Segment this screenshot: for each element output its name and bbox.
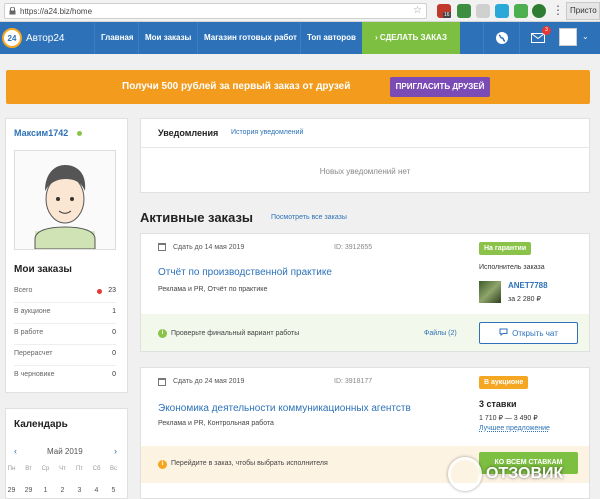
weekday-label: Пн	[7, 466, 16, 472]
weekday-label: Сб	[92, 466, 101, 472]
stat-label: В работе	[14, 329, 44, 336]
nav-link-home[interactable]: Главная	[94, 22, 140, 54]
extension-icon-5[interactable]	[514, 4, 528, 18]
stat-label: В аукционе	[14, 308, 51, 315]
profile-avatar[interactable]	[14, 150, 116, 250]
extension-icon-4[interactable]	[495, 4, 509, 18]
extension-badge: 16	[443, 12, 451, 18]
browser-right-button[interactable]: Присто	[566, 2, 600, 20]
calendar-icon	[158, 243, 166, 251]
watermark-logo: ОТЗОВИК	[448, 452, 563, 496]
url-text: https://a24.biz/home	[20, 6, 93, 16]
globe-icon[interactable]	[483, 22, 519, 54]
status-badge: В аукционе	[479, 376, 529, 389]
order-notice-text: Перейдите в заказ, чтобы выбрать исполни…	[171, 460, 328, 467]
calendar-day[interactable]: 29	[3, 487, 20, 494]
bids-count: 3 ставки	[479, 399, 517, 409]
site-logo[interactable]: 24 Автор24	[2, 25, 94, 51]
next-month-icon[interactable]: ›	[114, 446, 117, 456]
online-status-dot	[77, 131, 82, 136]
invite-friends-button[interactable]: ПРИГЛАСИТЬ ДРУЗЕЙ	[390, 77, 490, 97]
nav-link-top-authors[interactable]: Топ авторов	[300, 22, 362, 54]
stat-row-total[interactable]: Всего 23	[14, 283, 116, 303]
nav-link-my-orders[interactable]: Мои заказы	[138, 22, 197, 54]
stat-value: 1	[112, 308, 116, 315]
nav-link-shop[interactable]: Магазин готовых работ	[197, 22, 303, 54]
bookmark-star-icon[interactable]: ☆	[413, 5, 422, 16]
active-orders-heading: Активные заказы	[140, 210, 254, 225]
stat-value: 0	[112, 350, 116, 357]
calendar-day[interactable]: 5	[105, 487, 122, 494]
bids-price-range: 1 710 ₽ — 3 490 ₽	[479, 415, 538, 422]
stat-label: Перерасчет	[14, 350, 53, 357]
address-bar[interactable]: https://a24.biz/home ☆	[4, 3, 427, 19]
promo-text: Получи 500 рублей за первый заказ от дру…	[122, 81, 351, 92]
order-title-link[interactable]: Отчёт по производственной практике	[158, 267, 332, 278]
user-avatar[interactable]	[559, 28, 577, 46]
notifications-empty-text: Новых уведомлений нет	[319, 167, 411, 176]
executor-avatar[interactable]	[479, 281, 501, 303]
watermark-ring-icon	[448, 457, 482, 491]
weekday-label: Пт	[75, 466, 84, 472]
order-notice-text: Проверьте финальный вариант работы	[171, 330, 300, 337]
my-orders-heading: Мои заказы	[14, 264, 72, 275]
tab-notifications[interactable]: Уведомления	[158, 128, 218, 138]
order-id: ID: 3918177	[334, 378, 373, 385]
executor-price: за 2 280 ₽	[508, 296, 541, 303]
executor-label: Исполнитель заказа	[479, 264, 545, 271]
calendar-day[interactable]: 2	[54, 487, 71, 494]
view-all-orders-link[interactable]: Посмотреть все заказы	[271, 214, 347, 221]
weekday-label: Ср	[41, 466, 50, 472]
calendar-icon	[158, 378, 166, 386]
tab-notification-history[interactable]: История уведомлений	[231, 129, 303, 136]
stat-label: Всего	[14, 287, 33, 294]
stat-value: 23	[108, 287, 116, 294]
stat-row-in-work[interactable]: В работе 0	[14, 325, 116, 345]
order-category: Реклама и PR, Отчёт по практике	[158, 286, 268, 293]
info-icon: i	[158, 460, 167, 469]
calendar-day[interactable]: 29	[20, 487, 37, 494]
extension-icon-2[interactable]	[457, 4, 471, 18]
mail-badge: 3	[542, 26, 551, 35]
executor-name-link[interactable]: ANET7788	[508, 281, 548, 290]
calendar-day[interactable]: 3	[71, 487, 88, 494]
logo-text: Автор24	[26, 32, 65, 44]
order-deadline: Сдать до 14 мая 2019	[173, 244, 245, 251]
info-icon: i	[158, 329, 167, 338]
open-chat-button[interactable]: Открыть чат	[479, 322, 578, 344]
calendar-month: Май 2019	[47, 447, 83, 456]
order-id: ID: 3912655	[334, 244, 373, 251]
menu-dots-icon[interactable]: ⋮	[552, 3, 564, 17]
watermark-text: ОТЗОВИК	[486, 465, 564, 482]
status-badge: На гарантии	[479, 242, 532, 255]
best-offer-link[interactable]: Лучшее предложение	[479, 425, 550, 432]
open-chat-label: Открыть чат	[512, 328, 558, 338]
logo-badge: 24	[2, 28, 22, 48]
stat-row-auction[interactable]: В аукционе 1	[14, 304, 116, 324]
chat-icon	[499, 328, 508, 338]
order-deadline: Сдать до 24 мая 2019	[173, 378, 245, 385]
order-title-link[interactable]: Экономика деятельности коммуникационных …	[158, 403, 411, 414]
make-order-button[interactable]: › СДЕЛАТЬ ЗАКАЗ	[362, 22, 460, 54]
order-category: Реклама и PR, Контрольная работа	[158, 420, 274, 427]
stat-label: В черновике	[14, 371, 55, 378]
extension-icon-6[interactable]	[532, 4, 546, 18]
stat-row-recalc[interactable]: Перерасчет 0	[14, 346, 116, 366]
prev-month-icon[interactable]: ‹	[14, 446, 17, 456]
weekday-label: Вс	[109, 466, 117, 472]
stat-value: 0	[112, 329, 116, 336]
stat-value: 0	[112, 371, 116, 378]
stat-row-draft[interactable]: В черновике 0	[14, 367, 116, 387]
calendar-day[interactable]: 1	[37, 487, 54, 494]
calendar-day[interactable]: 4	[88, 487, 105, 494]
weekday-label: Вт	[25, 466, 32, 472]
files-link[interactable]: Файлы (2)	[424, 330, 457, 337]
weekday-label: Чт	[59, 466, 66, 472]
chevron-down-icon[interactable]: ⌄	[582, 32, 589, 41]
username-link[interactable]: Максим1742	[14, 128, 68, 138]
calendar-heading: Календарь	[14, 419, 68, 430]
alert-dot	[97, 289, 102, 294]
lock-icon	[9, 6, 16, 15]
extension-icon-3[interactable]	[476, 4, 490, 18]
